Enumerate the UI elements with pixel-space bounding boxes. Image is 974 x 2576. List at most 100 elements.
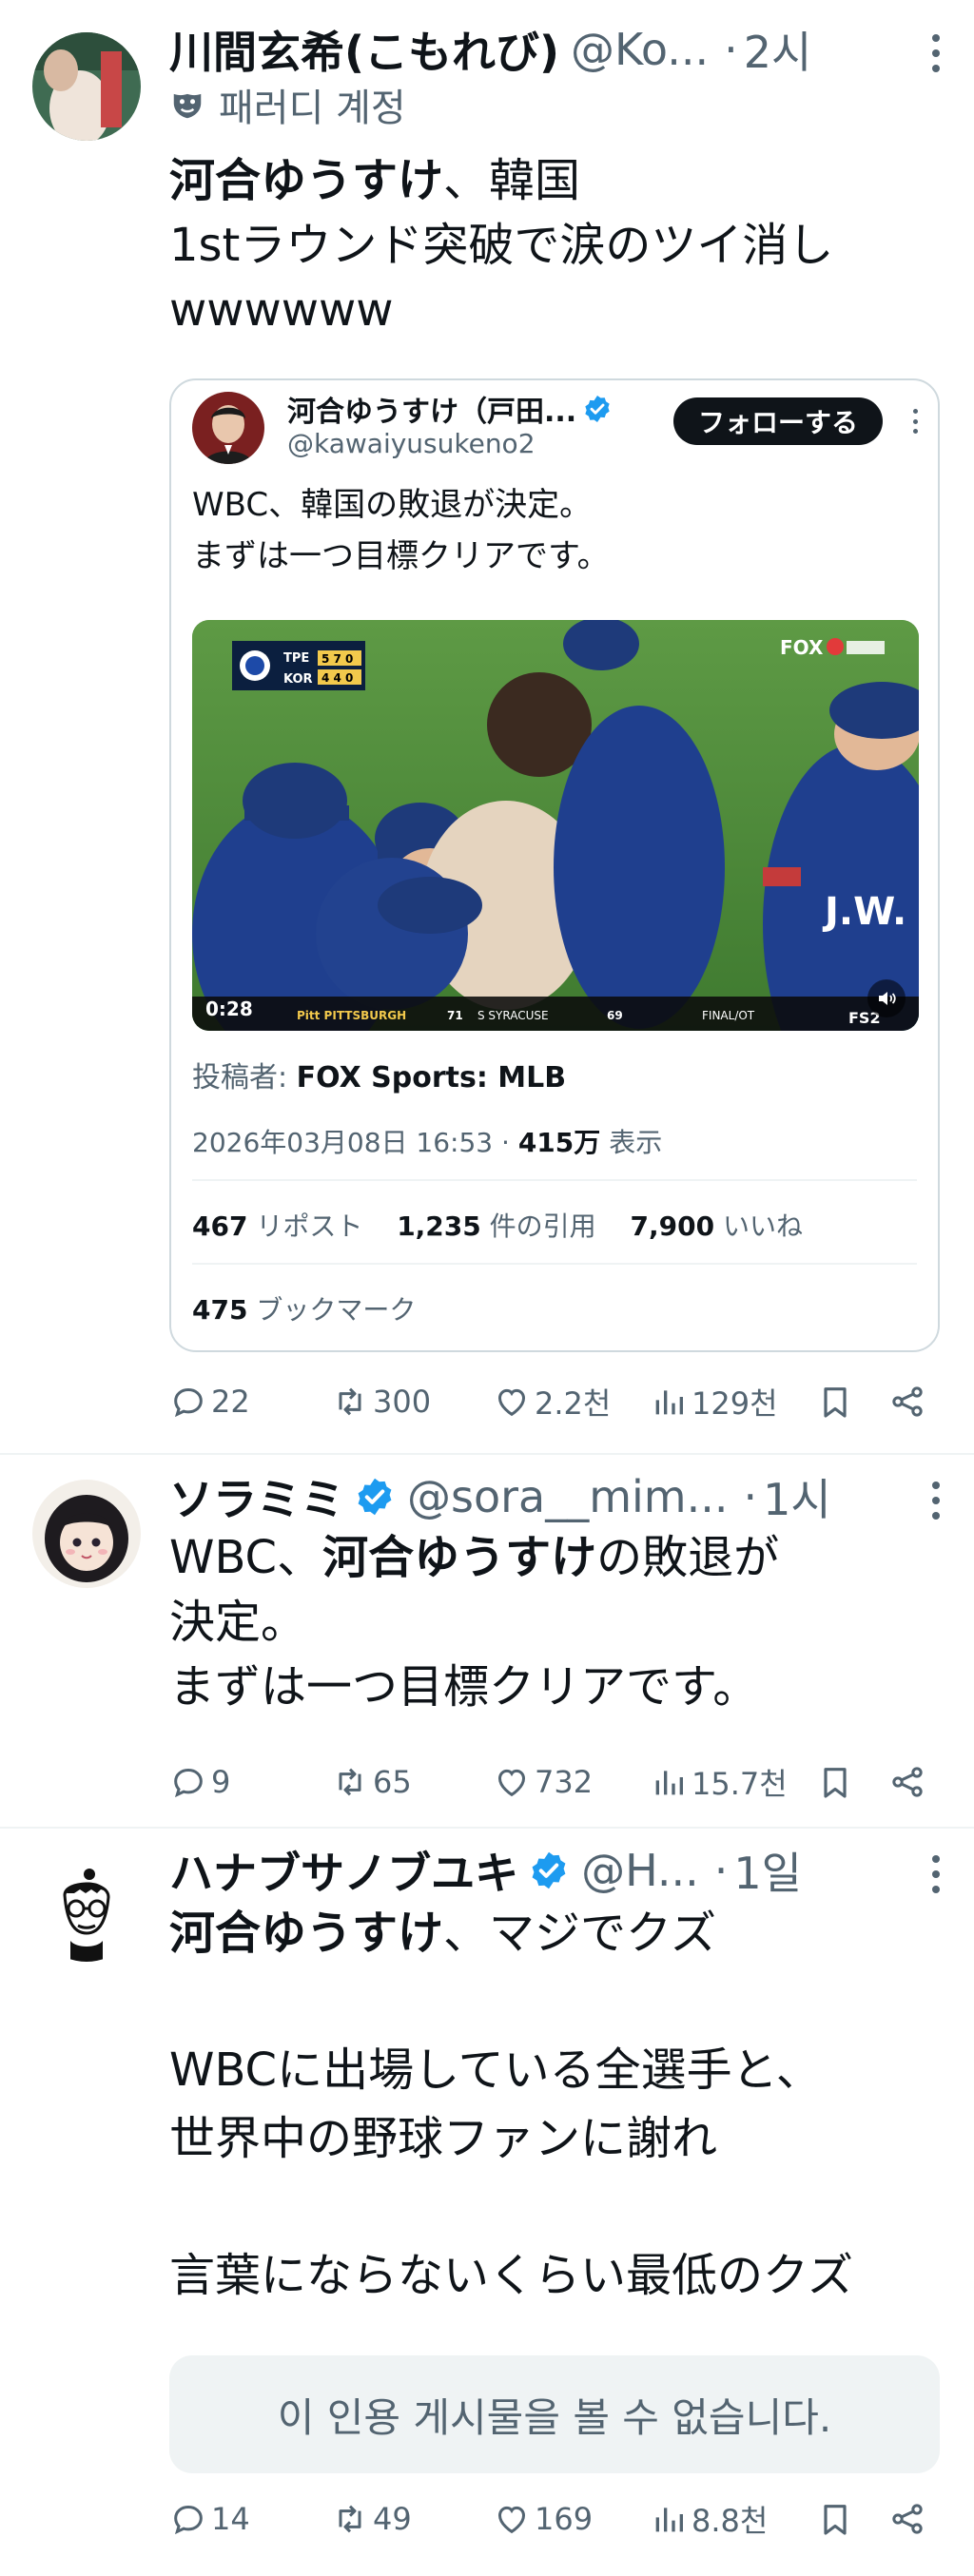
parody-label: 패러디 계정 [219,87,406,130]
like-button[interactable]: 169 [493,2500,650,2538]
avatar[interactable] [32,32,141,141]
reply-button[interactable]: 9 [169,1763,331,1801]
separator-dot: · [713,1845,729,1896]
views-button[interactable]: 129천 [650,1380,816,1424]
bookmark-button[interactable] [816,1763,888,1801]
avatar[interactable] [32,1853,141,1962]
tweet-text-a: WBC、 [169,1531,323,1584]
quotes-label[interactable]: 件の引用 [490,1211,596,1242]
verified-badge-icon [585,396,610,422]
quote-stats-row: 467 リポスト 1,235 件の引用 7,900 いいね [192,1206,803,1244]
reply-button[interactable]: 14 [169,2500,331,2538]
views-count: 129천 [692,1385,778,1422]
reply-icon [174,2505,203,2535]
tweet-text-bold: 河合ゆうすけ [322,1531,597,1584]
quote-handle[interactable]: @kawaiyusukeno2 [287,428,536,459]
tweet-text-rest: 、マジでクズ WBCに出場している全選手と、 世界中の野球ファンに謝れ 言葉にな… [169,1907,854,2302]
views-chart-icon [655,1390,683,1415]
likes-label[interactable]: いいね [723,1211,803,1242]
views-button[interactable]: 8.8천 [650,2497,816,2541]
reply-button[interactable]: 22 [169,1383,331,1421]
heart-icon [497,2506,526,2534]
video-player[interactable]: TPE KOR 5 7 0 4 4 0 FOX J.W. 0:28 Pitt P… [192,620,919,1031]
quotes-count[interactable]: 1,235 [397,1211,481,1242]
quote-views-label: 表示 [609,1127,663,1158]
ticker-status: FINAL/OT [702,1009,755,1022]
retweet-button[interactable]: 300 [331,1383,493,1421]
likes-count[interactable]: 7,900 [631,1211,715,1242]
reply-count: 14 [211,2501,250,2537]
more-options-icon[interactable] [930,1855,942,1893]
ticker-mid-score: 69 [607,1009,623,1022]
share-button[interactable] [888,1763,930,1801]
tweet-1[interactable]: 川間玄希(こもれび) @Ko... · 2시 패러디 계정 河合ゆうすけ、韓国 … [0,0,974,1455]
share-button[interactable] [888,1383,930,1421]
share-button[interactable] [888,2500,930,2538]
ticker-left: Pitt PITTSBURGH [297,1009,406,1022]
follow-button[interactable]: フォローする [673,397,883,445]
quoted-tweet[interactable]: 河合ゆうすけ（戸田... @kawaiyusukeno2 フォローする WBC、… [169,378,940,1352]
handle[interactable]: @Ko... [571,24,709,75]
volume-icon[interactable] [867,979,906,1017]
retweet-count: 49 [373,2501,412,2537]
more-options-icon[interactable] [930,1482,942,1520]
timestamp[interactable]: 1일 [733,1839,802,1902]
bookmarks-count[interactable]: 475 [192,1294,247,1326]
ticker-left-score: 71 [447,1009,463,1022]
share-icon [892,2504,923,2534]
jersey-text: J.W. [822,890,906,934]
like-button[interactable]: 2.2천 [493,1380,650,1424]
bookmarks-label[interactable]: ブックマーク [256,1294,416,1326]
display-name[interactable]: ソラミミ [169,1465,344,1528]
tweet-3[interactable]: ハナブサノブユキ @H... · 1일 河合ゆうすけ、マジでクズ WBCに出場し… [0,1829,974,2574]
reposts-label[interactable]: リポスト [256,1211,362,1242]
tweet-text-bold: 河合ゆうすけ [169,1907,444,1960]
quote-views-count: 415万 [517,1127,601,1158]
like-count: 2.2천 [535,1385,612,1422]
like-count: 169 [535,2501,594,2537]
heart-icon [497,1388,526,1417]
quote-more-icon[interactable] [911,409,919,434]
bookmark-icon [824,2505,847,2535]
bookmark-button[interactable] [816,2500,888,2538]
tweet-2[interactable]: ソラミミ @sora__mim... · 1시 WBC、河合ゆうすけの敗退が 決… [0,1455,974,1829]
tweet-text: 河合ゆうすけ、韓国 1stラウンド突破で涙のツイ消し wwwwww [169,148,942,342]
unavailable-quote-notice: 이 인용 게시물을 볼 수 없습니다. [169,2355,940,2473]
timestamp[interactable]: 2시 [744,18,812,81]
poster-name[interactable]: FOX Sports: MLB [297,1061,566,1094]
bookmark-icon [824,1768,847,1798]
quote-text: WBC、韓国の敗退が決定。 まずは一つ目標クリアです。 [192,486,610,575]
video-frame: TPE KOR 5 7 0 4 4 0 FOX J.W. 0:28 Pitt P… [192,620,919,1031]
avatar[interactable] [32,1480,141,1588]
retweet-button[interactable]: 65 [331,1763,493,1801]
retweet-count: 65 [373,1764,412,1800]
more-options-icon[interactable] [930,34,942,72]
views-count: 8.8천 [692,2503,769,2539]
separator-dot: · [724,24,738,75]
verified-badge-icon [358,1478,392,1516]
verified-badge-icon [532,1851,566,1889]
reposts-count[interactable]: 467 [192,1211,247,1242]
like-button[interactable]: 732 [493,1763,650,1801]
handle[interactable]: @sora__mim... [407,1471,728,1522]
network-logo: FOX [780,636,824,659]
retweet-button[interactable]: 49 [331,2500,493,2538]
display-name[interactable]: 川間玄希(こもれび) [169,18,559,81]
bookmark-button[interactable] [816,1383,888,1421]
handle[interactable]: @H... [581,1845,699,1896]
quote-datetime[interactable]: 2026年03月08日 16:53 · [192,1127,510,1158]
quote-display-name[interactable]: 河合ゆうすけ（戸田... [287,388,576,430]
quote-avatar[interactable] [192,392,264,464]
bookmark-icon [824,1387,847,1418]
retweet-icon [339,1768,361,1796]
display-name[interactable]: ハナブサノブユキ [169,1839,518,1902]
score-team1-runs: 5 7 0 [321,652,353,666]
reply-icon [174,1387,203,1418]
reply-count: 22 [211,1384,250,1420]
retweet-icon [339,2505,361,2533]
tweet-text: 河合ゆうすけ、マジでクズ WBCに出場している全選手と、 世界中の野球ファンに謝… [169,1899,942,2310]
views-button[interactable]: 15.7천 [650,1760,816,1804]
retweet-count: 300 [373,1384,432,1420]
timestamp[interactable]: 1시 [763,1465,831,1528]
reply-icon [174,1768,203,1798]
